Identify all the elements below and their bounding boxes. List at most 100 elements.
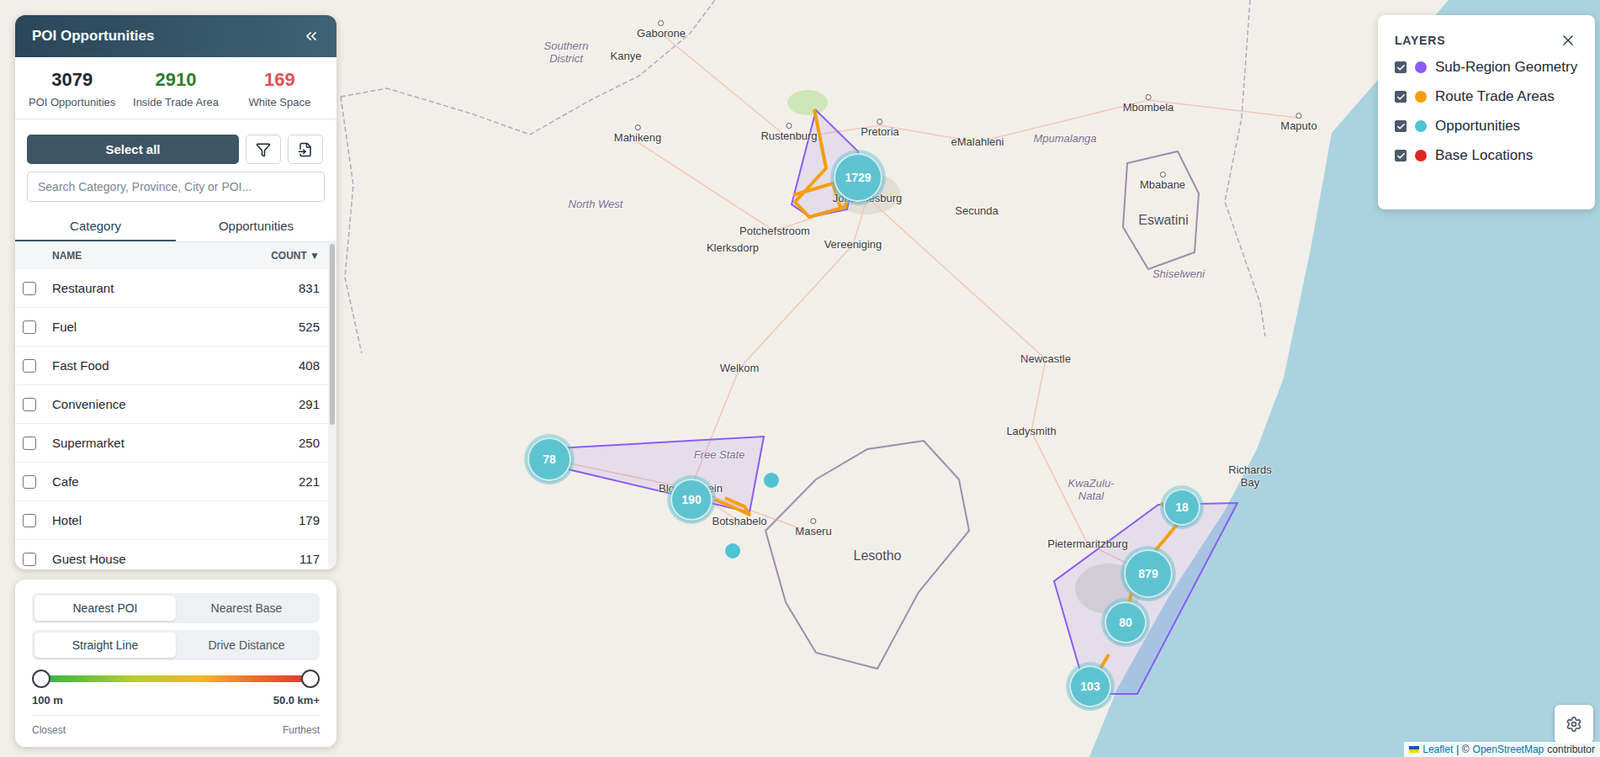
attribution: Leaflet| ©OpenStreetMapcontributor — [1403, 741, 1600, 757]
collapse-button[interactable] — [301, 26, 322, 47]
slider-handle[interactable] — [31, 669, 51, 689]
row-checkbox[interactable] — [22, 359, 37, 373]
layer-checkbox[interactable] — [1394, 120, 1407, 133]
close-button[interactable] — [1557, 30, 1579, 51]
table-row[interactable]: Restaurant831 — [15, 269, 329, 308]
search-input[interactable] — [26, 171, 325, 202]
toggle-option[interactable]: Nearest POI — [34, 595, 176, 621]
table-row[interactable]: Cafe221 — [15, 462, 329, 502]
toggle-option[interactable]: Straight Line — [34, 632, 176, 658]
select-all-button[interactable]: Select all — [26, 134, 239, 165]
file-export-icon — [297, 142, 313, 158]
row-name: Convenience — [52, 397, 299, 412]
layer-color-dot — [1414, 61, 1427, 74]
place-label: Mbabane — [1139, 171, 1186, 192]
city-dot-icon — [810, 518, 816, 525]
place-label: Southern District — [536, 40, 596, 66]
action-row: Select all — [15, 119, 337, 165]
sub-region-polygon[interactable] — [1054, 503, 1238, 695]
row-name: Fuel — [52, 319, 299, 334]
row-count: 408 — [298, 358, 320, 373]
place-label: Free State — [694, 449, 746, 462]
toggle-option[interactable]: Nearest Base — [175, 595, 318, 621]
layer-row[interactable]: Sub-Region Geometry — [1394, 58, 1579, 89]
map[interactable]: GaboroneSouthern DistrictKanyeMahikengRu… — [0, 0, 1600, 757]
scroll-thumb[interactable] — [329, 243, 335, 425]
column-header[interactable]: NAME — [52, 249, 271, 262]
city-dot-icon — [1160, 171, 1166, 178]
layer-checkbox[interactable] — [1394, 90, 1407, 103]
row-count: 291 — [298, 397, 320, 412]
country-border — [340, 0, 716, 135]
row-checkbox[interactable] — [22, 397, 37, 412]
layer-label: Opportunities — [1435, 117, 1521, 135]
layer-checkbox[interactable] — [1394, 61, 1407, 74]
place-label: Ladysmith — [1006, 425, 1056, 439]
row-name: Hotel — [52, 513, 299, 528]
table-row[interactable]: Hotel179 — [15, 501, 329, 541]
place-label: Shiselweni — [1152, 268, 1205, 281]
table-row[interactable]: Convenience291 — [15, 385, 329, 424]
city-dot-icon — [635, 124, 642, 131]
opportunity-cluster[interactable]: 879 — [1123, 549, 1173, 599]
layer-checkbox[interactable] — [1394, 149, 1407, 162]
layer-color-dot — [1414, 90, 1427, 103]
layer-row[interactable]: Base Locations — [1394, 147, 1579, 177]
stats-row: 3079POI Opportunities 2910 Inside Trade Ar… — [15, 57, 337, 120]
opportunity-point[interactable] — [725, 543, 741, 559]
layers-panel: LAYERSSub-Region GeometryRoute Trade Are… — [1377, 15, 1595, 210]
column-header[interactable]: COUNT ▼ — [270, 249, 320, 262]
opportunity-cluster[interactable]: 78 — [527, 437, 572, 482]
layer-row[interactable]: Route Trade Areas — [1394, 88, 1579, 118]
settings-button[interactable] — [1554, 704, 1594, 744]
stat-label: Inside Trade Area — [132, 95, 219, 109]
scrollbar[interactable] — [328, 242, 337, 570]
opportunity-cluster[interactable]: 103 — [1069, 665, 1112, 708]
table-row[interactable]: Guest House117 — [15, 540, 329, 570]
table-row[interactable]: Supermarket250 — [15, 423, 329, 463]
slider-captions: ClosestFurthest — [31, 724, 320, 737]
stat: 169White Space — [227, 68, 332, 109]
slider-labels: 100 m50.0 km+ — [31, 694, 320, 716]
opportunity-cluster[interactable]: 1729 — [833, 153, 883, 202]
row-checkbox[interactable] — [22, 436, 37, 451]
row-checkbox[interactable] — [22, 552, 37, 567]
distance-panel: Nearest POINearest Base Straight LineDriv… — [15, 579, 337, 748]
tab[interactable]: Opportunities — [175, 211, 337, 242]
row-checkbox[interactable] — [22, 320, 37, 334]
place-label: Potchefstroom — [739, 225, 811, 239]
place-label: Botshabelo — [711, 515, 767, 529]
stat: 3079POI Opportunities — [20, 68, 124, 109]
check-icon — [1396, 92, 1406, 102]
row-checkbox[interactable] — [22, 281, 37, 296]
opportunity-cluster[interactable]: 80 — [1104, 601, 1147, 644]
row-checkbox[interactable] — [22, 475, 37, 489]
place-label: Pretoria — [860, 118, 900, 139]
target-toggle: Nearest POINearest Base — [31, 593, 320, 624]
row-checkbox[interactable] — [22, 513, 37, 528]
opportunity-cluster[interactable]: 18 — [1163, 488, 1201, 526]
stat-value: 2910 — [155, 68, 197, 91]
place-label: Newcastle — [1020, 353, 1071, 366]
layer-label: Base Locations — [1435, 147, 1533, 165]
place-label: Gaborone — [636, 20, 686, 41]
export-button[interactable] — [287, 134, 324, 165]
attribution-link[interactable]: Leaflet — [1422, 743, 1453, 756]
attribution-link[interactable]: OpenStreetMap — [1472, 743, 1545, 756]
opportunity-point[interactable] — [763, 472, 779, 488]
route-trade-area[interactable] — [714, 498, 750, 515]
layer-label: Route Trade Areas — [1435, 88, 1555, 106]
caption: Furthest — [282, 724, 320, 737]
table-row[interactable]: Fuel525 — [15, 307, 329, 347]
funnel-icon — [255, 142, 271, 158]
slider-handle[interactable] — [301, 669, 320, 689]
filter-button[interactable] — [245, 134, 281, 165]
layer-row[interactable]: Opportunities — [1394, 117, 1579, 148]
place-label: Mbombela — [1123, 94, 1175, 115]
toggle-option[interactable]: Drive Distance — [175, 632, 318, 658]
distance-slider[interactable] — [41, 675, 311, 683]
tab[interactable]: Category — [15, 211, 176, 242]
table-row[interactable]: Fast Food408 — [15, 346, 329, 386]
country-border — [1224, 0, 1266, 337]
opportunity-cluster[interactable]: 190 — [670, 478, 713, 521]
